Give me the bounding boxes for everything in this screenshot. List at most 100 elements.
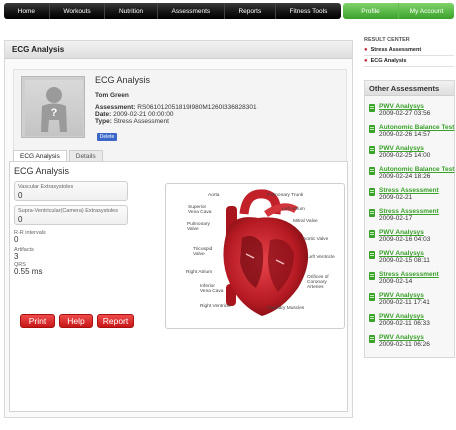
label-papillary-muscles: Papillary Muscles <box>267 306 305 311</box>
avatar: ? <box>21 76 85 138</box>
document-icon <box>369 272 375 280</box>
nav-nutrition[interactable]: Nutrition <box>105 3 158 19</box>
nav-home[interactable]: Home <box>4 3 50 19</box>
assessment-link[interactable]: PWV Analysys <box>379 103 424 110</box>
other-assessments-panel: Other Assessments PWV Analysys 2009-02-27… <box>364 80 455 358</box>
rr-intervals-value: 0 <box>14 235 19 244</box>
assessment-date: 2009-02-16 04:03 <box>379 236 431 243</box>
label-superior-vena-cava: Superior Vena Cava <box>188 205 212 215</box>
assessment-type: Stress Assessment <box>113 118 169 125</box>
assessment-meta: Assessment: RS061012051819I980M1260I3368… <box>95 104 257 125</box>
result-center-item-stress[interactable]: ● Stress Assessment <box>364 47 454 53</box>
tab-ecg-analysis[interactable]: ECG Analysis <box>13 150 67 161</box>
heart-diagram: Aorta Pulmonary Trunk Superior Vena Cava… <box>165 183 345 329</box>
label-pulmonary-trunk: Pulmonary Trunk <box>267 193 304 198</box>
assessment-date: 2009-02-24 18:26 <box>379 173 431 180</box>
qrs-value: 0.55 ms <box>14 267 43 276</box>
result-center-item-label: ECG Analysis <box>370 58 407 64</box>
divider <box>364 55 454 56</box>
document-icon <box>369 104 375 112</box>
page-title: ECG Analysis <box>5 41 352 59</box>
assessment-date: 2009-02-17 <box>379 215 413 222</box>
assessment-link[interactable]: PWV Analysys <box>379 229 424 236</box>
result-center-item-label: Stress Assessment <box>370 47 422 53</box>
assessment-id: RS061012051819I980M1260I336828301 <box>137 104 257 111</box>
label-inferior-vena-cava: Inferior Vena Cava <box>200 284 224 294</box>
assessment-link[interactable]: PWV Analysys <box>379 145 424 152</box>
assessment-id-label: Assessment: <box>95 104 136 111</box>
result-center-title: RESULT CENTER <box>364 37 410 43</box>
top-navigation: Home Workouts Nutrition Assessments Repo… <box>4 3 454 19</box>
label-mitral-valve: Mitral Valve <box>293 219 318 224</box>
assessment-link[interactable]: PWV Analysys <box>379 334 424 341</box>
document-icon <box>369 251 375 259</box>
artifacts-field: Artifacts 3 <box>14 247 34 261</box>
label-coronary-orifices: Orifices of Coronary Arteries <box>307 275 329 290</box>
other-assessments-title: Other Assessments <box>365 81 454 96</box>
red-dot-icon: ● <box>364 58 368 64</box>
document-icon <box>369 335 375 343</box>
assessment-date: 2009-02-14 <box>379 278 413 285</box>
nav-profile[interactable]: Profile <box>343 3 399 19</box>
assessment-date: 2009-02-27 03:56 <box>379 110 431 117</box>
assessment-link[interactable]: Stress Assessment <box>379 208 439 215</box>
help-button[interactable]: Help <box>59 314 93 328</box>
main-menu: Home Workouts Nutrition Assessments Repo… <box>4 3 341 19</box>
label-left-atrium: Left Atrium <box>282 207 305 212</box>
nav-reports[interactable]: Reports <box>225 3 276 19</box>
assessment-date: 2009-02-26 14:57 <box>379 131 431 138</box>
supraventricular-extrasystoles-field: Supra-Ventricular(Camera) Extrasystoles … <box>14 205 128 225</box>
tab-details[interactable]: Details <box>68 150 103 161</box>
assessment-link[interactable]: Stress Assessment <box>379 271 439 278</box>
report-button[interactable]: Report <box>97 314 134 328</box>
assessment-link[interactable]: Stress Assessment <box>379 187 439 194</box>
rr-intervals-label: R-R intervals <box>14 230 46 236</box>
assessment-date: 2009-02-21 00:00:00 <box>113 111 174 118</box>
assessment-link[interactable]: Autonomic Balance Test <box>379 166 454 173</box>
print-button[interactable]: Print <box>20 314 55 328</box>
label-right-ventricle: Right Ventricle <box>200 304 231 309</box>
document-icon <box>369 146 375 154</box>
label-tricuspid-valve: Tricuspid Valve <box>193 247 213 257</box>
assessment-link[interactable]: PWV Analysys <box>379 313 424 320</box>
assessment-date: 2009-02-21 <box>379 194 413 201</box>
result-center-item-ecg[interactable]: ● ECG Analysis <box>364 58 454 64</box>
ecg-section-title: ECG Analysis <box>14 166 70 176</box>
assessment-date: 2009-02-15 08:11 <box>379 257 430 264</box>
document-icon <box>369 209 375 217</box>
document-icon <box>369 314 375 322</box>
assessment-link[interactable]: PWV Analysys <box>379 250 424 257</box>
nav-workouts[interactable]: Workouts <box>50 3 106 19</box>
supraventricular-extrasystoles-value: 0 <box>18 215 23 224</box>
red-dot-icon: ● <box>364 47 368 53</box>
ecg-tab-content: ECG Analysis Vascular Extrasystoles 0 Su… <box>9 161 348 412</box>
supraventricular-extrasystoles-label: Supra-Ventricular(Camera) Extrasystoles <box>18 208 118 214</box>
label-right-atrium: Right Atrium <box>186 270 213 275</box>
document-icon <box>369 125 375 133</box>
assessment-date: 2009-02-11 06:33 <box>379 320 430 327</box>
label-aorta: Aorta <box>208 193 220 198</box>
assessment-link[interactable]: Autonomic Balance Test <box>379 124 454 131</box>
divider <box>364 66 454 67</box>
document-icon <box>369 188 375 196</box>
tab-bar: ECG Analysis Details <box>13 150 105 161</box>
label-pulmonary-valve: Pulmonary Valve <box>187 222 210 232</box>
nav-my-account[interactable]: My Account <box>399 3 454 19</box>
vascular-extrasystoles-value: 0 <box>18 191 23 200</box>
assessment-date: 2009-02-25 14:00 <box>379 152 431 159</box>
assessment-link[interactable]: PWV Analysys <box>379 292 424 299</box>
profile-title: ECG Analysis <box>95 75 151 85</box>
assessment-date: 2009-02-11 17:41 <box>379 299 430 306</box>
nav-fitness-tools[interactable]: Fitness Tools <box>276 3 341 19</box>
document-icon <box>369 167 375 175</box>
user-silhouette-icon: ? <box>25 80 83 136</box>
document-icon <box>369 293 375 301</box>
main-panel: ECG Analysis ? ECG Analysis Tom Green As… <box>4 40 353 418</box>
user-name: Tom Green <box>95 92 129 99</box>
type-label: Type: <box>95 118 112 125</box>
delete-button[interactable]: Delete <box>97 133 117 141</box>
assessment-date: 2009-02-11 06:26 <box>379 341 430 348</box>
date-label: Date: <box>95 111 112 118</box>
document-icon <box>369 230 375 238</box>
nav-assessments[interactable]: Assessments <box>158 3 225 19</box>
